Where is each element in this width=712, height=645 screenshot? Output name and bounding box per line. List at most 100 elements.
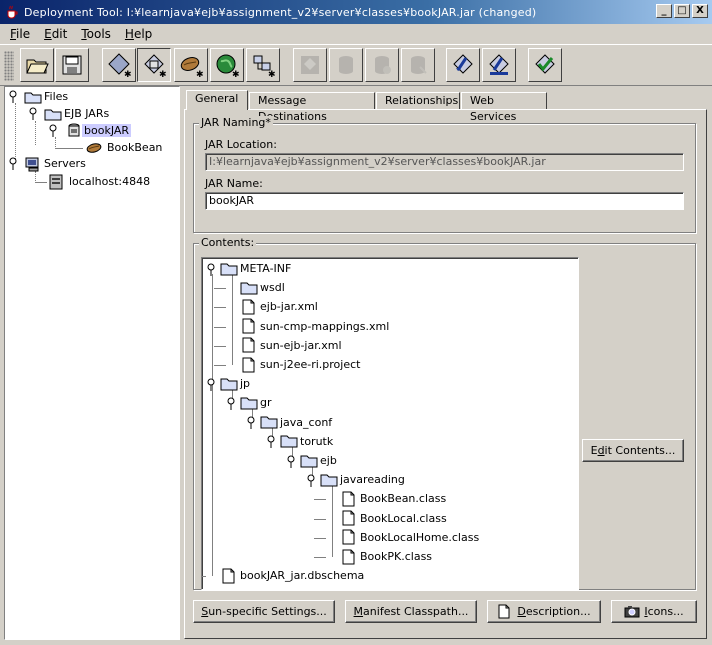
tab-message-destinations[interactable]: Message Destinations <box>249 92 375 123</box>
tree-connector-line <box>314 557 326 558</box>
svg-text:✱: ✱ <box>196 70 204 78</box>
svg-text:✱: ✱ <box>124 70 132 78</box>
contents-tree-node[interactable]: sun-ejb-jar.xml <box>226 337 344 354</box>
svg-text:✱: ✱ <box>268 70 276 78</box>
expand-handle-icon[interactable] <box>8 90 20 104</box>
expand-handle-icon[interactable] <box>226 396 240 410</box>
new-web-component-button[interactable]: ✱ <box>210 48 244 82</box>
tree-connector-line <box>314 537 326 539</box>
disabled-tool-2-icon <box>339 56 353 74</box>
jar-icon <box>68 123 80 136</box>
expand-handle-icon[interactable] <box>48 124 60 138</box>
servers-icon <box>25 157 39 171</box>
menu-bar: File Edit Tools Help <box>0 24 712 44</box>
new-bean-icon: ✱ <box>180 57 204 78</box>
disabled-tool-3-button[interactable] <box>365 48 399 82</box>
save-button[interactable] <box>55 48 89 82</box>
expand-handle-icon[interactable] <box>306 473 320 487</box>
verify-button[interactable] <box>528 48 562 82</box>
deploy-button[interactable] <box>446 48 480 82</box>
toolbar-grip[interactable] <box>4 51 14 81</box>
contents-tree-node[interactable]: sun-j2ee-ri.project <box>226 356 362 373</box>
description-button[interactable]: Description... <box>487 600 601 623</box>
expand-handle-icon[interactable] <box>286 454 300 468</box>
tree-connector-line <box>214 288 226 290</box>
tree-node-ejb-jars[interactable]: EJB JARs <box>28 105 111 122</box>
contents-tree-node[interactable]: wsdl <box>226 279 287 296</box>
contents-tree-node[interactable]: java_conf <box>246 414 334 431</box>
new-bean-button[interactable]: ✱ <box>174 48 208 82</box>
disabled-tool-4-icon <box>411 56 427 74</box>
expand-handle-icon[interactable] <box>246 415 260 430</box>
manifest-classpath-button[interactable]: Manifest Classpath... <box>345 600 477 623</box>
contents-tree[interactable]: META-INF wsdl ejb-jar.xml sun-cmp-mappings.… <box>201 257 579 590</box>
expand-handle-icon[interactable] <box>28 107 40 121</box>
open-button[interactable] <box>20 48 54 82</box>
contents-tree-node[interactable]: ejb <box>286 452 339 469</box>
expand-handle-icon[interactable] <box>8 157 20 171</box>
tree-node-files[interactable]: Files <box>8 88 70 105</box>
folder-icon <box>24 92 42 103</box>
tab-web-services[interactable]: Web Services <box>461 92 547 123</box>
contents-tree-node[interactable]: bookJAR_jar.dbschema <box>206 567 366 584</box>
tree-connector-line <box>214 326 226 328</box>
contents-tree-node[interactable]: torutk <box>266 433 335 450</box>
contents-tree-node[interactable]: BookLocalHome.class <box>326 529 481 546</box>
new-jar-button[interactable]: ✱ <box>137 48 171 82</box>
file-icon <box>342 510 355 526</box>
tree-node-bookbean[interactable]: BookBean <box>85 139 164 156</box>
folder-icon <box>280 435 298 448</box>
tree-connector-line <box>212 274 213 577</box>
new-client-button[interactable]: ✱ <box>246 48 280 82</box>
menu-help[interactable]: Help <box>118 27 159 41</box>
java-cup-icon[interactable] <box>4 4 20 20</box>
expand-handle-icon[interactable] <box>206 377 220 391</box>
verify-icon <box>535 54 555 74</box>
undeploy-button[interactable] <box>482 48 516 82</box>
jar-name-input[interactable]: bookJAR <box>205 192 684 210</box>
contents-tree-node[interactable]: BookPK.class <box>326 548 434 565</box>
menu-edit-mnemonic: E <box>44 27 52 41</box>
folder-icon <box>240 282 258 295</box>
minimize-button[interactable]: _ <box>656 4 672 18</box>
contents-tree-node[interactable]: ejb-jar.xml <box>226 298 320 315</box>
expand-handle-icon[interactable] <box>206 262 220 276</box>
contents-tree-node[interactable]: gr <box>226 394 274 411</box>
expand-handle-icon[interactable] <box>266 434 280 449</box>
menu-help-mnemonic: H <box>124 27 134 41</box>
contents-tree-label: BookLocal.class <box>360 511 447 525</box>
contents-tree-label: java_conf <box>280 415 333 429</box>
contents-tree-node[interactable]: META-INF <box>206 260 293 277</box>
sun-specific-settings-button[interactable]: Sun-specific Settings... <box>193 600 335 623</box>
svg-text:✱: ✱ <box>232 70 240 78</box>
tree-node-servers[interactable]: Servers <box>8 155 88 172</box>
menu-tools[interactable]: Tools <box>74 27 118 41</box>
close-button[interactable]: X <box>692 4 708 18</box>
edit-contents-label-pre: E <box>590 444 598 457</box>
tab-general[interactable]: General <box>186 90 248 110</box>
tree-node-bookjar[interactable]: bookJAR <box>48 122 132 139</box>
disabled-tool-4-button[interactable] <box>401 48 435 82</box>
contents-tree-label: sun-cmp-mappings.xml <box>260 319 390 333</box>
edit-contents-button[interactable]: Ed it Contents... <box>582 439 684 462</box>
navigation-tree[interactable]: Files EJB JARs bookJAR BookBean Servers … <box>4 86 180 640</box>
maximize-button[interactable]: □ <box>674 4 690 18</box>
contents-tree-label: gr <box>260 396 272 410</box>
contents-tree-node[interactable]: BookLocal.class <box>326 510 449 527</box>
contents-tree-node[interactable]: sun-cmp-mappings.xml <box>226 318 391 335</box>
inspector-panel: General Message Destinations Relationshi… <box>184 86 708 641</box>
contents-tree-node[interactable]: javareading <box>306 471 407 488</box>
disabled-tool-1-button[interactable] <box>293 48 327 82</box>
menu-file[interactable]: File <box>3 27 37 41</box>
disabled-tool-2-button[interactable] <box>329 48 363 82</box>
icons-button[interactable]: Icons... <box>611 600 697 623</box>
tab-relationships[interactable]: Relationships <box>376 92 460 110</box>
tree-label-bookbean: BookBean <box>107 141 163 154</box>
contents-tree-label: bookJAR_jar.dbschema <box>240 569 365 583</box>
tree-node-localhost[interactable]: localhost:4848 <box>47 173 152 190</box>
title-bar: Deployment Tool: I:¥learnjava¥ejb¥assign… <box>0 0 712 24</box>
contents-tree-node[interactable]: jp <box>206 375 252 392</box>
menu-edit[interactable]: Edit <box>37 27 74 41</box>
new-application-button[interactable]: ✱ <box>102 48 136 82</box>
contents-tree-node[interactable]: BookBean.class <box>326 490 448 507</box>
